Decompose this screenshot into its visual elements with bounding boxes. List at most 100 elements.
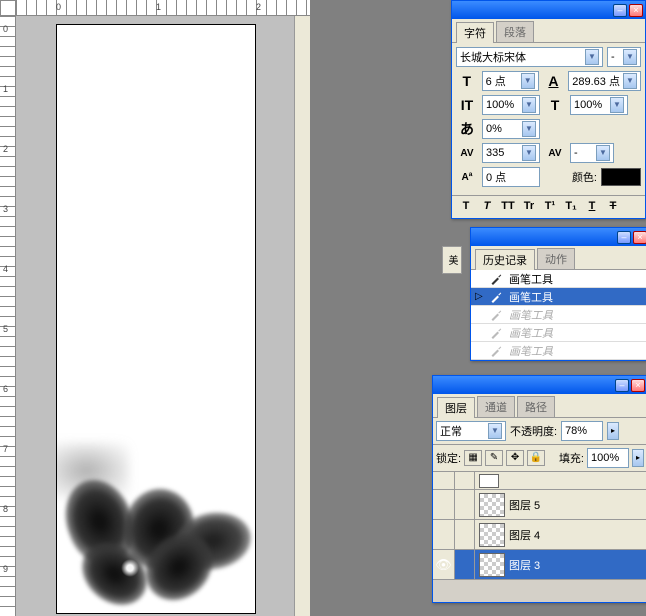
- superscript-button[interactable]: T¹: [540, 198, 560, 216]
- allcaps-button[interactable]: TT: [498, 198, 518, 216]
- layer-thumbnail[interactable]: [479, 493, 505, 517]
- leading-dropdown[interactable]: 289.63 点▼: [568, 71, 641, 91]
- layer-row[interactable]: [433, 472, 646, 490]
- subscript-button[interactable]: T₁: [561, 198, 581, 216]
- panel-titlebar[interactable]: – ×: [452, 1, 645, 19]
- opacity-label: 不透明度:: [510, 423, 557, 439]
- ruler-mark: 8: [3, 504, 8, 514]
- layer-name[interactable]: 图层 3: [509, 557, 540, 573]
- layer-row[interactable]: 图层 5: [433, 490, 646, 520]
- ruler-origin[interactable]: [0, 0, 16, 16]
- font-size-dropdown[interactable]: 6 点▼: [482, 71, 539, 91]
- underline-button[interactable]: T: [582, 198, 602, 216]
- history-item-label: 画笔工具: [509, 289, 553, 305]
- vscale-icon: IT: [456, 95, 478, 115]
- history-item[interactable]: 画笔工具: [471, 342, 646, 360]
- brush-icon: [489, 345, 503, 357]
- lock-transparency-button[interactable]: ▦: [464, 450, 482, 466]
- visibility-toggle[interactable]: [433, 520, 455, 549]
- tab-actions[interactable]: 动作: [537, 248, 575, 269]
- chevron-down-icon[interactable]: ▼: [522, 121, 536, 137]
- chevron-down-icon[interactable]: ▼: [596, 145, 610, 161]
- tracking-dropdown[interactable]: 335▼: [482, 143, 540, 163]
- link-toggle[interactable]: [455, 490, 475, 519]
- hscale-value: 100%: [574, 99, 602, 111]
- chevron-down-icon[interactable]: ▼: [623, 49, 637, 65]
- chevron-down-icon[interactable]: ▼: [623, 73, 637, 89]
- layer-thumbnail[interactable]: [479, 553, 505, 577]
- chevron-down-icon[interactable]: ▼: [610, 97, 624, 113]
- visibility-toggle[interactable]: 👁: [433, 550, 455, 579]
- link-toggle[interactable]: [455, 520, 475, 549]
- panel-titlebar[interactable]: – ×: [471, 228, 646, 246]
- visibility-toggle[interactable]: [433, 472, 455, 489]
- layer-name[interactable]: 图层 4: [509, 527, 540, 543]
- document-window: 0 1 2 0 1 2 3 4 5 6 7 8 9: [0, 0, 310, 616]
- ink-flower-artwork: [56, 431, 239, 614]
- layer-name[interactable]: 图层 5: [509, 497, 540, 513]
- canvas-viewport[interactable]: [16, 16, 310, 616]
- tab-paragraph[interactable]: 段落: [496, 21, 534, 42]
- lock-pixels-button[interactable]: ✎: [485, 450, 503, 466]
- panel-titlebar[interactable]: – ×: [433, 376, 646, 394]
- italic-button[interactable]: T: [477, 198, 497, 216]
- history-item[interactable]: 画笔工具: [471, 306, 646, 324]
- font-family-dropdown[interactable]: 长城大标宋体▼: [456, 47, 603, 67]
- history-item[interactable]: ▷ 画笔工具: [471, 288, 646, 306]
- bold-button[interactable]: T: [456, 198, 476, 216]
- minimize-button[interactable]: –: [615, 379, 629, 392]
- baseline-dropdown[interactable]: 0%▼: [482, 119, 540, 139]
- opacity-input[interactable]: 78%: [561, 421, 603, 441]
- vscale-dropdown[interactable]: 100%▼: [482, 95, 540, 115]
- chevron-down-icon[interactable]: ▼: [488, 423, 502, 439]
- tab-layers[interactable]: 图层: [437, 397, 475, 418]
- smallcaps-button[interactable]: Tr: [519, 198, 539, 216]
- font-style-dropdown[interactable]: -▼: [607, 47, 641, 67]
- history-item-label: 画笔工具: [509, 271, 553, 287]
- hscale-dropdown[interactable]: 100% ▼: [570, 95, 628, 115]
- fill-flyout[interactable]: ▸: [632, 449, 644, 467]
- lock-position-button[interactable]: ✥: [506, 450, 524, 466]
- tab-paths[interactable]: 路径: [517, 396, 555, 417]
- ruler-horizontal[interactable]: 0 1 2: [16, 0, 310, 16]
- close-button[interactable]: ×: [629, 4, 643, 17]
- text-color-swatch[interactable]: [601, 168, 641, 186]
- close-button[interactable]: ×: [631, 379, 645, 392]
- blend-mode-dropdown[interactable]: 正常▼: [436, 421, 506, 441]
- link-toggle[interactable]: [455, 472, 475, 489]
- strike-button[interactable]: T: [603, 198, 623, 216]
- baseline-icon: あ: [456, 119, 478, 139]
- link-toggle[interactable]: [455, 550, 475, 579]
- canvas[interactable]: [56, 24, 256, 614]
- minimize-button[interactable]: –: [613, 4, 627, 17]
- layer-thumbnail[interactable]: [479, 523, 505, 547]
- tab-channels[interactable]: 通道: [477, 396, 515, 417]
- collapsed-panel-tab[interactable]: 美: [442, 246, 462, 274]
- history-item[interactable]: 画笔工具: [471, 324, 646, 342]
- history-item[interactable]: 画笔工具: [471, 270, 646, 288]
- chevron-down-icon[interactable]: ▼: [585, 49, 599, 65]
- visibility-toggle[interactable]: [433, 490, 455, 519]
- layer-thumbnail[interactable]: [479, 474, 499, 488]
- fill-value: 100%: [591, 452, 619, 464]
- tab-character[interactable]: 字符: [456, 22, 494, 43]
- opacity-value: 78%: [565, 425, 587, 437]
- kerning-icon: AV: [544, 143, 566, 163]
- close-button[interactable]: ×: [633, 231, 646, 244]
- shift-input[interactable]: 0 点: [482, 167, 540, 187]
- chevron-down-icon[interactable]: ▼: [522, 145, 536, 161]
- lock-all-button[interactable]: 🔒: [527, 450, 545, 466]
- kerning-dropdown[interactable]: -▼: [570, 143, 614, 163]
- scrollbar-vertical[interactable]: [294, 16, 310, 616]
- chevron-down-icon[interactable]: ▼: [522, 97, 536, 113]
- layer-list: 图层 5 图层 4 👁 图层 3: [433, 472, 646, 602]
- tab-history[interactable]: 历史记录: [475, 249, 535, 270]
- chevron-down-icon[interactable]: ▼: [521, 73, 535, 89]
- layer-row[interactable]: 图层 4: [433, 520, 646, 550]
- fill-input[interactable]: 100%: [587, 448, 629, 468]
- minimize-button[interactable]: –: [617, 231, 631, 244]
- history-item-label: 画笔工具: [509, 307, 553, 323]
- opacity-flyout[interactable]: ▸: [607, 422, 619, 440]
- ruler-vertical[interactable]: 0 1 2 3 4 5 6 7 8 9: [0, 16, 16, 616]
- layer-row[interactable]: 👁 图层 3: [433, 550, 646, 580]
